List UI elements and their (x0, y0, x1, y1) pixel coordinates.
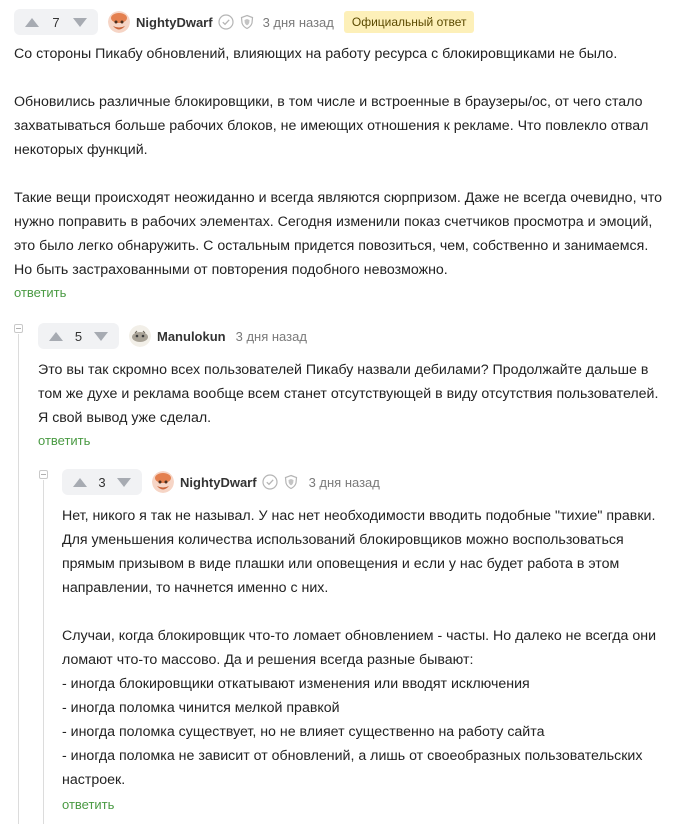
comment-body: Со стороны Пикабу обновлений, влияющих н… (14, 42, 666, 282)
comment-paragraph: Обновились различные блокировщики, в том… (14, 94, 649, 158)
upvote-arrow-icon (25, 17, 39, 27)
comments-page: 7 NightyDwarf 3 дня назад Официальный от… (0, 0, 690, 826)
reply-link[interactable]: ответить (14, 285, 66, 300)
vote-box: 5 (38, 323, 119, 349)
upvote-button[interactable] (70, 472, 90, 492)
manul-avatar-icon (129, 325, 151, 347)
timestamp: 3 дня назад (235, 328, 307, 344)
verified-check-icon (217, 14, 234, 30)
downvote-button[interactable] (91, 326, 111, 346)
username[interactable]: NightyDwarf (136, 15, 213, 30)
downvote-arrow-icon (73, 17, 87, 27)
reply-link[interactable]: ответить (62, 797, 114, 812)
verified-check-icon (261, 474, 278, 490)
vote-count: 7 (52, 14, 60, 30)
timestamp: 3 дня назад (308, 474, 380, 490)
official-answer-badge: Официальный ответ (343, 11, 475, 33)
timestamp: 3 дня назад (262, 14, 334, 30)
comment-header: 3 NightyDwarf 3 дня назад (62, 468, 676, 496)
upvote-button[interactable] (46, 326, 66, 346)
comment-body: Это вы так скромно всех пользователей Пи… (38, 358, 670, 430)
username[interactable]: Manulokun (157, 329, 226, 344)
upvote-arrow-icon (49, 331, 63, 341)
username[interactable]: NightyDwarf (180, 475, 257, 490)
dwarf-avatar-icon (152, 471, 174, 493)
upvote-arrow-icon (73, 477, 87, 487)
avatar[interactable] (152, 471, 174, 493)
comment: 5 Manulokun 3 дня назад Это вы так скром… (38, 322, 676, 450)
upvote-button[interactable] (22, 12, 42, 32)
downvote-arrow-icon (117, 477, 131, 487)
comment-paragraph: Случаи, когда блокировщик что-то ломает … (62, 628, 657, 788)
downvote-button[interactable] (70, 12, 90, 32)
downvote-arrow-icon (94, 331, 108, 341)
comment-paragraph: Со стороны Пикабу обновлений, влияющих н… (14, 46, 618, 62)
vote-count: 5 (74, 328, 83, 344)
comment: 7 NightyDwarf 3 дня назад Официальный от… (14, 8, 676, 302)
downvote-button[interactable] (114, 472, 134, 492)
comment-header: 7 NightyDwarf 3 дня назад Официальный от… (14, 8, 676, 36)
thread-line (43, 480, 44, 824)
comment-paragraph: Это вы так скромно всех пользователей Пи… (38, 362, 659, 426)
vote-box: 7 (14, 9, 98, 35)
reply-link[interactable]: ответить (38, 433, 90, 448)
comment-paragraph: Нет, никого я так не называл. У нас нет … (62, 508, 656, 596)
comment: 3 NightyDwarf 3 дня назад Нет, никого я … (62, 468, 676, 814)
shield-icon (283, 474, 299, 490)
avatar[interactable] (129, 325, 151, 347)
thread-line (18, 334, 19, 824)
collapse-thread-button[interactable] (39, 470, 48, 479)
comment-paragraph: Такие вещи происходят неожиданно и всегд… (14, 190, 663, 278)
comment-body: Нет, никого я так не называл. У нас нет … (62, 504, 676, 792)
avatar[interactable] (108, 11, 130, 33)
vote-box: 3 (62, 469, 142, 495)
shield-icon (239, 14, 255, 30)
collapse-thread-button[interactable] (14, 324, 23, 333)
dwarf-avatar-icon (108, 11, 130, 33)
comment-header: 5 Manulokun 3 дня назад (38, 322, 676, 350)
vote-count: 3 (98, 474, 106, 490)
